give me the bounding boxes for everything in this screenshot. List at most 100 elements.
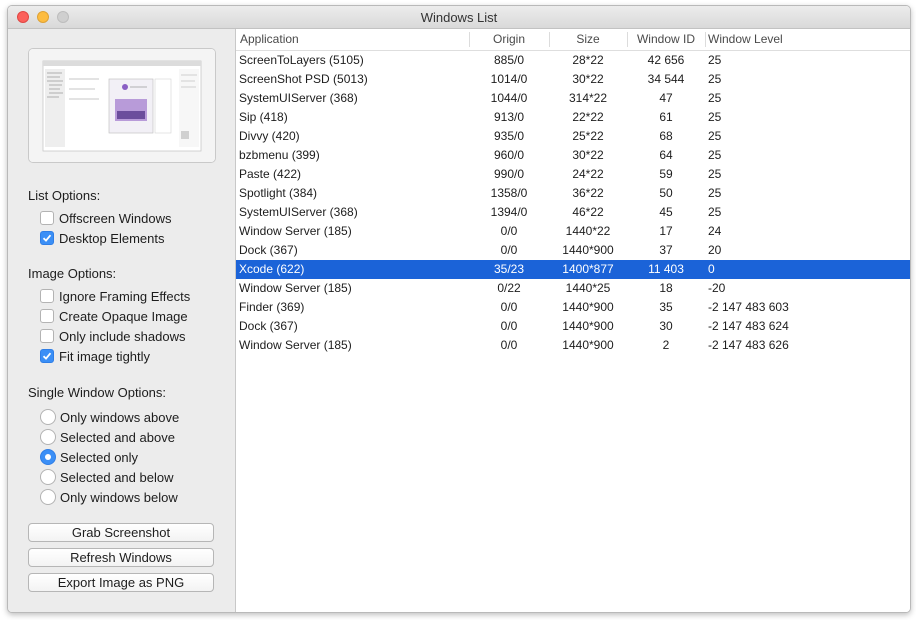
column-divider[interactable]	[705, 32, 706, 47]
cell-window-level: 25	[708, 186, 722, 200]
checkbox-label: Fit image tightly	[59, 348, 151, 364]
table-row[interactable]: Finder (369) 0/0 1440*900 35 -2 147 483 603	[236, 298, 910, 317]
table-row[interactable]: SystemUIServer (368) 1394/0 46*22 45 25	[236, 203, 910, 222]
table-row[interactable]: ScreenShot PSD (5013) 1014/0 30*22 34 544 25	[236, 70, 910, 89]
cell-window-id: 45	[659, 205, 673, 219]
cell-origin: 0/0	[500, 224, 518, 238]
screenshot-preview	[28, 48, 216, 163]
only-windows-above-radio[interactable]: Only windows above	[40, 408, 179, 426]
checkbox-box[interactable]	[40, 309, 54, 323]
table-row[interactable]: Window Server (185) 0/0 1440*22 17 24	[236, 222, 910, 241]
desktop-elements-checkbox[interactable]: Desktop Elements	[40, 229, 165, 247]
cell-window-id: 2	[662, 338, 670, 352]
table-header: Application Origin Size Window ID Window…	[236, 29, 910, 51]
radio-button[interactable]	[40, 449, 56, 465]
table-row[interactable]: Divvy (420) 935/0 25*22 68 25	[236, 127, 910, 146]
cell-window-level: 25	[708, 129, 722, 143]
column-header-window-level[interactable]: Window Level	[708, 32, 783, 46]
column-header-window-id[interactable]: Window ID	[627, 32, 705, 46]
image-options-label: Image Options:	[28, 266, 117, 281]
table-row[interactable]: Window Server (185) 0/22 1440*25 18 -20	[236, 279, 910, 298]
column-header-origin[interactable]: Origin	[469, 32, 549, 46]
checkbox-box[interactable]	[40, 231, 54, 245]
list-options-label: List Options:	[28, 188, 101, 203]
cell-origin: 1014/0	[490, 72, 528, 86]
cell-window-level: 0	[708, 262, 715, 276]
cell-application: Finder (369)	[239, 300, 305, 314]
cell-origin: 935/0	[493, 129, 525, 143]
radio-button[interactable]	[40, 429, 56, 445]
table-row[interactable]: Window Server (185) 0/0 1440*900 2 -2 147 48…	[236, 336, 910, 355]
checkbox-box[interactable]	[40, 289, 54, 303]
table-row[interactable]: Spotlight (384) 1358/0 36*22 50 25	[236, 184, 910, 203]
checkbox-box[interactable]	[40, 329, 54, 343]
cell-window-level: 25	[708, 91, 722, 105]
column-header-size[interactable]: Size	[549, 32, 627, 46]
cell-origin: 0/0	[500, 338, 518, 352]
checkbox-box[interactable]	[40, 349, 54, 363]
table-row[interactable]: Xcode (622) 35/23 1400*877 11 403 0	[236, 260, 910, 279]
cell-size: 1440*900	[562, 338, 614, 352]
radio-button[interactable]	[40, 469, 56, 485]
radio-dot-icon	[45, 454, 51, 460]
cell-window-level: -2 147 483 626	[708, 338, 789, 352]
cell-window-id: 37	[659, 243, 673, 257]
cell-application: Dock (367)	[239, 243, 298, 257]
cell-size: 314*22	[568, 91, 608, 105]
cell-origin: 35/23	[493, 262, 525, 276]
export-image-png-button[interactable]: Export Image as PNG	[28, 573, 214, 592]
selected-only-radio[interactable]: Selected only	[40, 448, 138, 466]
cell-window-level: 25	[708, 110, 722, 124]
offscreen-windows-checkbox[interactable]: Offscreen Windows	[40, 209, 171, 227]
ignore-framing-effects-checkbox[interactable]: Ignore Framing Effects	[40, 287, 190, 305]
cell-application: Window Server (185)	[239, 338, 352, 352]
refresh-windows-button[interactable]: Refresh Windows	[28, 548, 214, 567]
cell-size: 1440*900	[562, 243, 614, 257]
cell-size: 1440*22	[565, 224, 611, 238]
column-header-application[interactable]: Application	[240, 32, 299, 46]
cell-window-level: 24	[708, 224, 722, 238]
fit-image-tightly-checkbox[interactable]: Fit image tightly	[40, 347, 150, 365]
cell-size: 24*22	[572, 167, 604, 181]
cell-window-level: 25	[708, 205, 722, 219]
grab-screenshot-button[interactable]: Grab Screenshot	[28, 523, 214, 542]
cell-window-id: 42 656	[647, 53, 685, 67]
cell-window-level: 25	[708, 167, 722, 181]
windows-table: Application Origin Size Window ID Window…	[236, 29, 910, 612]
cell-application: Dock (367)	[239, 319, 298, 333]
cell-application: Paste (422)	[239, 167, 302, 181]
table-row[interactable]: Dock (367) 0/0 1440*900 37 20	[236, 241, 910, 260]
table-row[interactable]: ScreenToLayers (5105) 885/0 28*22 42 656 25	[236, 51, 910, 70]
radio-label: Only windows above	[60, 409, 180, 425]
cell-size: 36*22	[572, 186, 604, 200]
cell-window-id: 18	[659, 281, 673, 295]
radio-button[interactable]	[40, 489, 56, 505]
selected-and-below-radio[interactable]: Selected and below	[40, 468, 173, 486]
cell-size: 25*22	[572, 129, 604, 143]
checkbox-box[interactable]	[40, 211, 54, 225]
radio-label: Only windows below	[60, 489, 178, 505]
cell-size: 1400*877	[562, 262, 614, 276]
cell-origin: 885/0	[493, 53, 525, 67]
cell-size: 1440*25	[565, 281, 611, 295]
cell-application: Sip (418)	[239, 110, 288, 124]
table-row[interactable]: SystemUIServer (368) 1044/0 314*22 47 25	[236, 89, 910, 108]
table-row[interactable]: bzbmenu (399) 960/0 30*22 64 25	[236, 146, 910, 165]
cell-size: 30*22	[572, 148, 604, 162]
only-windows-below-radio[interactable]: Only windows below	[40, 488, 178, 506]
cell-window-id: 61	[659, 110, 673, 124]
table-row[interactable]: Sip (418) 913/0 22*22 61 25	[236, 108, 910, 127]
checkbox-label: Ignore Framing Effects	[59, 288, 191, 304]
selected-and-above-radio[interactable]: Selected and above	[40, 428, 175, 446]
cell-window-id: 47	[659, 91, 673, 105]
create-opaque-image-checkbox[interactable]: Create Opaque Image	[40, 307, 188, 325]
cell-application: ScreenToLayers (5105)	[239, 53, 364, 67]
cell-window-id: 30	[659, 319, 673, 333]
table-row[interactable]: Dock (367) 0/0 1440*900 30 -2 147 483 624	[236, 317, 910, 336]
table-row[interactable]: Paste (422) 990/0 24*22 59 25	[236, 165, 910, 184]
radio-button[interactable]	[40, 409, 56, 425]
cell-window-id: 50	[659, 186, 673, 200]
only-include-shadows-checkbox[interactable]: Only include shadows	[40, 327, 185, 345]
radio-label: Selected and above	[60, 429, 175, 445]
cell-application: SystemUIServer (368)	[239, 91, 358, 105]
